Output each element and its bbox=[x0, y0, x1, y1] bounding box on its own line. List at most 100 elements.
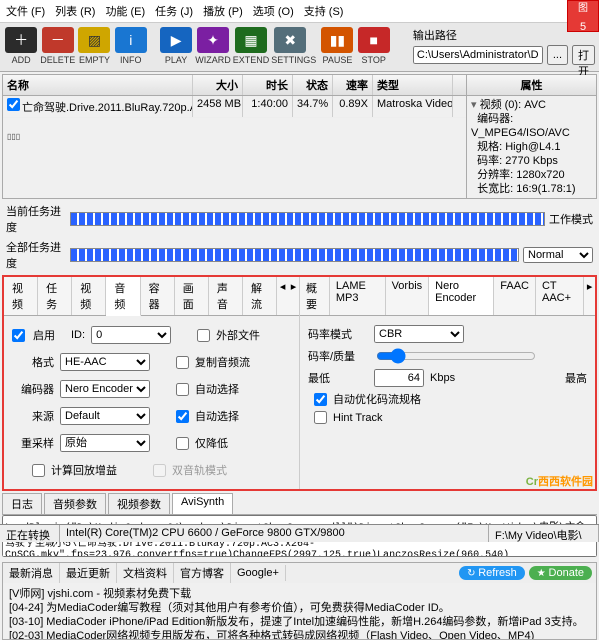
ltab-log[interactable]: 日志 bbox=[2, 493, 42, 514]
menu-task[interactable]: 任务 (J) bbox=[153, 2, 195, 20]
tab-right-arrow[interactable]: ▸ bbox=[288, 277, 299, 315]
work-mode-label: 工作模式 bbox=[549, 211, 593, 227]
copy-audio-checkbox[interactable] bbox=[176, 356, 189, 369]
add-button[interactable]: ＋ADD bbox=[4, 27, 38, 65]
prop-video: 视频 (0): AVC bbox=[480, 99, 546, 111]
min-bitrate-input[interactable] bbox=[374, 369, 424, 387]
menubar: 文件 (F) 列表 (R) 功能 (E) 任务 (J) 播放 (P) 选项 (O… bbox=[0, 0, 599, 23]
col-type[interactable]: 类型 bbox=[373, 75, 453, 95]
news-line[interactable]: [V师网] vjshi.com - 视频素材免费下载 bbox=[9, 587, 590, 601]
play-button[interactable]: ▶PLAY bbox=[159, 27, 193, 65]
col-rate[interactable]: 速率 bbox=[333, 75, 373, 95]
output-label: 输出路径 bbox=[413, 27, 457, 43]
col-size[interactable]: 大小 bbox=[193, 75, 243, 95]
auto-select-checkbox-1[interactable] bbox=[176, 383, 189, 396]
news-line[interactable]: [04-24] 为MediaCoder编写教程（须对其他用户有参考价值），可免费… bbox=[9, 601, 590, 615]
menu-play2[interactable]: 播放 (P) bbox=[201, 2, 245, 20]
rtab-ctaac[interactable]: CT AAC+ bbox=[536, 277, 584, 315]
menu-support[interactable]: 支持 (S) bbox=[302, 2, 346, 20]
hint-track-checkbox[interactable] bbox=[314, 411, 327, 424]
tab-container[interactable]: 容器 bbox=[141, 277, 175, 315]
open-button[interactable]: 打开 bbox=[572, 45, 595, 65]
max-label: 最高 bbox=[565, 370, 587, 386]
row-checkbox[interactable] bbox=[7, 98, 20, 111]
table-row[interactable]: 亡命驾驶.Drive.2011.BluRay.720p.AC3... 2458 … bbox=[3, 96, 466, 117]
rtab-vorbis[interactable]: Vorbis bbox=[386, 277, 430, 315]
auto-optimize-checkbox[interactable] bbox=[314, 393, 327, 406]
tab-demux[interactable]: 解流 bbox=[243, 277, 277, 315]
auto-select-label-2: 自动选择 bbox=[195, 408, 239, 424]
ntab-docs[interactable]: 文档资料 bbox=[117, 563, 174, 583]
tab-video1[interactable]: 视频 bbox=[4, 277, 38, 315]
tab-left-arrow[interactable]: ◂ bbox=[277, 277, 288, 315]
browse-button[interactable]: ... bbox=[547, 45, 568, 65]
format-select[interactable]: HE-AAC bbox=[60, 353, 150, 371]
tab-video2[interactable]: 视频 bbox=[72, 277, 106, 315]
ntab-google[interactable]: Google+ bbox=[231, 565, 286, 581]
col-status[interactable]: 状态 bbox=[293, 75, 333, 95]
empty-button[interactable]: ▨EMPTY bbox=[77, 27, 111, 65]
tab-task[interactable]: 任务 bbox=[38, 277, 72, 315]
menu-list[interactable]: 列表 (R) bbox=[53, 2, 97, 20]
rtab-lame[interactable]: LAME MP3 bbox=[330, 277, 386, 315]
settings-button[interactable]: ✖SETTINGS bbox=[271, 27, 309, 65]
source-select[interactable]: Default bbox=[60, 407, 150, 425]
enable-checkbox[interactable] bbox=[12, 329, 25, 342]
ntab-news[interactable]: 最新消息 bbox=[3, 563, 60, 583]
menu-file[interactable]: 文件 (F) bbox=[4, 2, 47, 20]
news-line[interactable]: [03-10] MediaCoder iPhone/iPad Edition新版… bbox=[9, 615, 590, 629]
ntab-updates[interactable]: 最近更新 bbox=[60, 563, 117, 583]
news-line[interactable]: [02-03] MediaCoder网络视频专用版发布，可将各种格式转码成网络视… bbox=[9, 629, 590, 639]
properties-header: 属性 bbox=[467, 75, 596, 96]
total-progress-label: 全部任务进度 bbox=[6, 239, 66, 271]
encoder-select[interactable]: Nero Encoder bbox=[60, 380, 150, 398]
auto-select-checkbox-2[interactable] bbox=[176, 410, 189, 423]
output-path-input[interactable] bbox=[413, 46, 543, 64]
bitrate-mode-select[interactable]: CBR bbox=[374, 325, 464, 343]
play-icon: ▶ bbox=[160, 27, 192, 53]
left-tab-strip: 视频 任务 视频 音频 容器 画面 声音 解流 ◂ ▸ bbox=[4, 277, 299, 316]
ntab-blog[interactable]: 官方博客 bbox=[174, 563, 231, 583]
rtab-arrow[interactable]: ▸ bbox=[584, 277, 595, 315]
refresh-button[interactable]: ↻ Refresh bbox=[459, 566, 525, 580]
id-select[interactable]: 0 bbox=[91, 326, 171, 344]
ltab-avisynth[interactable]: AviSynth bbox=[172, 493, 233, 514]
total-progress-bar bbox=[70, 248, 519, 262]
col-dur[interactable]: 时长 bbox=[243, 75, 293, 95]
resample-select[interactable]: 原始 bbox=[60, 434, 150, 452]
news-tab-strip: 最新消息 最近更新 文档资料 官方博客 Google+ ↻ Refresh ★ … bbox=[3, 563, 596, 583]
ltab-video-params[interactable]: 视频参数 bbox=[108, 493, 170, 514]
tab-picture[interactable]: 画面 bbox=[175, 277, 209, 315]
stop-button[interactable]: ■STOP bbox=[357, 27, 391, 65]
pause-button[interactable]: ▮▮PAUSE bbox=[320, 27, 354, 65]
extend-button[interactable]: ▦EXTEND bbox=[233, 27, 270, 65]
donate-button[interactable]: ★ Donate bbox=[529, 566, 592, 580]
quality-slider[interactable] bbox=[376, 348, 536, 364]
work-mode-select[interactable]: Normal bbox=[523, 247, 593, 263]
replay-gain-label: 计算回放增益 bbox=[51, 462, 117, 478]
only-lower-label: 仅降低 bbox=[195, 435, 228, 451]
wizard-button[interactable]: ✦WIZARD bbox=[195, 27, 231, 65]
dual-track-checkbox bbox=[153, 464, 166, 477]
prop-aspect: 长宽比: 16:9(1.78:1) bbox=[477, 183, 575, 195]
current-progress-label: 当前任务进度 bbox=[6, 203, 66, 235]
ltab-audio-params[interactable]: 音频参数 bbox=[44, 493, 106, 514]
min-label: 最低 bbox=[308, 370, 368, 386]
replay-gain-checkbox[interactable] bbox=[32, 464, 45, 477]
tab-audio[interactable]: 音频 bbox=[106, 277, 140, 316]
prop-profile: 规格: High@L4.1 bbox=[477, 141, 560, 153]
rtab-nero[interactable]: Nero Encoder bbox=[429, 277, 494, 315]
external-file-checkbox[interactable] bbox=[197, 329, 210, 342]
prop-resolution: 分辨率: 1280x720 bbox=[477, 169, 564, 181]
info-button[interactable]: iINFO bbox=[114, 27, 148, 65]
col-name[interactable]: 名称 bbox=[3, 75, 193, 95]
rtab-faac[interactable]: FAAC bbox=[494, 277, 536, 315]
delete-button[interactable]: －DELETE bbox=[40, 27, 75, 65]
site-watermark: Cr西西软件园 bbox=[526, 472, 593, 490]
right-tab-strip: 概要 LAME MP3 Vorbis Nero Encoder FAAC CT … bbox=[300, 277, 595, 316]
menu-options[interactable]: 选项 (O) bbox=[251, 2, 296, 20]
tab-sound[interactable]: 声音 bbox=[209, 277, 243, 315]
menu-func[interactable]: 功能 (E) bbox=[103, 2, 147, 20]
only-lower-checkbox[interactable] bbox=[176, 437, 189, 450]
rtab-summary[interactable]: 概要 bbox=[300, 277, 330, 315]
